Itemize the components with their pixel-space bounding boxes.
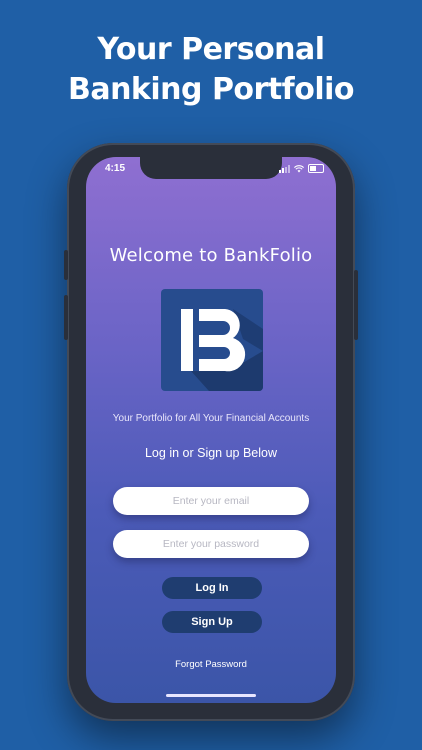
signup-button[interactable]: Sign Up: [162, 611, 262, 633]
phone-side-button: [354, 270, 358, 340]
login-button[interactable]: Log In: [162, 577, 262, 599]
wifi-icon: [294, 164, 304, 172]
signal-icon: [279, 164, 290, 173]
battery-icon: [308, 164, 324, 173]
status-icons: [279, 164, 324, 173]
password-field[interactable]: [113, 530, 309, 558]
login-prompt: Log in or Sign up Below: [144, 446, 278, 460]
welcome-title: Welcome to BankFolio: [109, 245, 313, 266]
phone-notch: [140, 157, 282, 179]
logo-b-icon: [181, 309, 263, 391]
headline-line-1: Your Personal: [97, 32, 325, 67]
tagline: Your Portfolio for All Your Financial Ac…: [112, 413, 310, 424]
forgot-password-link[interactable]: Forgot Password: [86, 659, 336, 670]
home-indicator: [166, 694, 256, 697]
promo-headline: Your Personal Banking Portfolio: [0, 30, 422, 110]
headline-line-2: Banking Portfolio: [67, 72, 355, 107]
status-time: 4:15: [105, 163, 126, 174]
bankfolio-logo: [161, 289, 263, 391]
phone-side-button: [64, 295, 68, 340]
app-screen: 4:15 Welcome to BankFolio Your Portfolio…: [86, 157, 336, 703]
phone-side-button: [64, 250, 68, 280]
email-field[interactable]: [113, 487, 309, 515]
